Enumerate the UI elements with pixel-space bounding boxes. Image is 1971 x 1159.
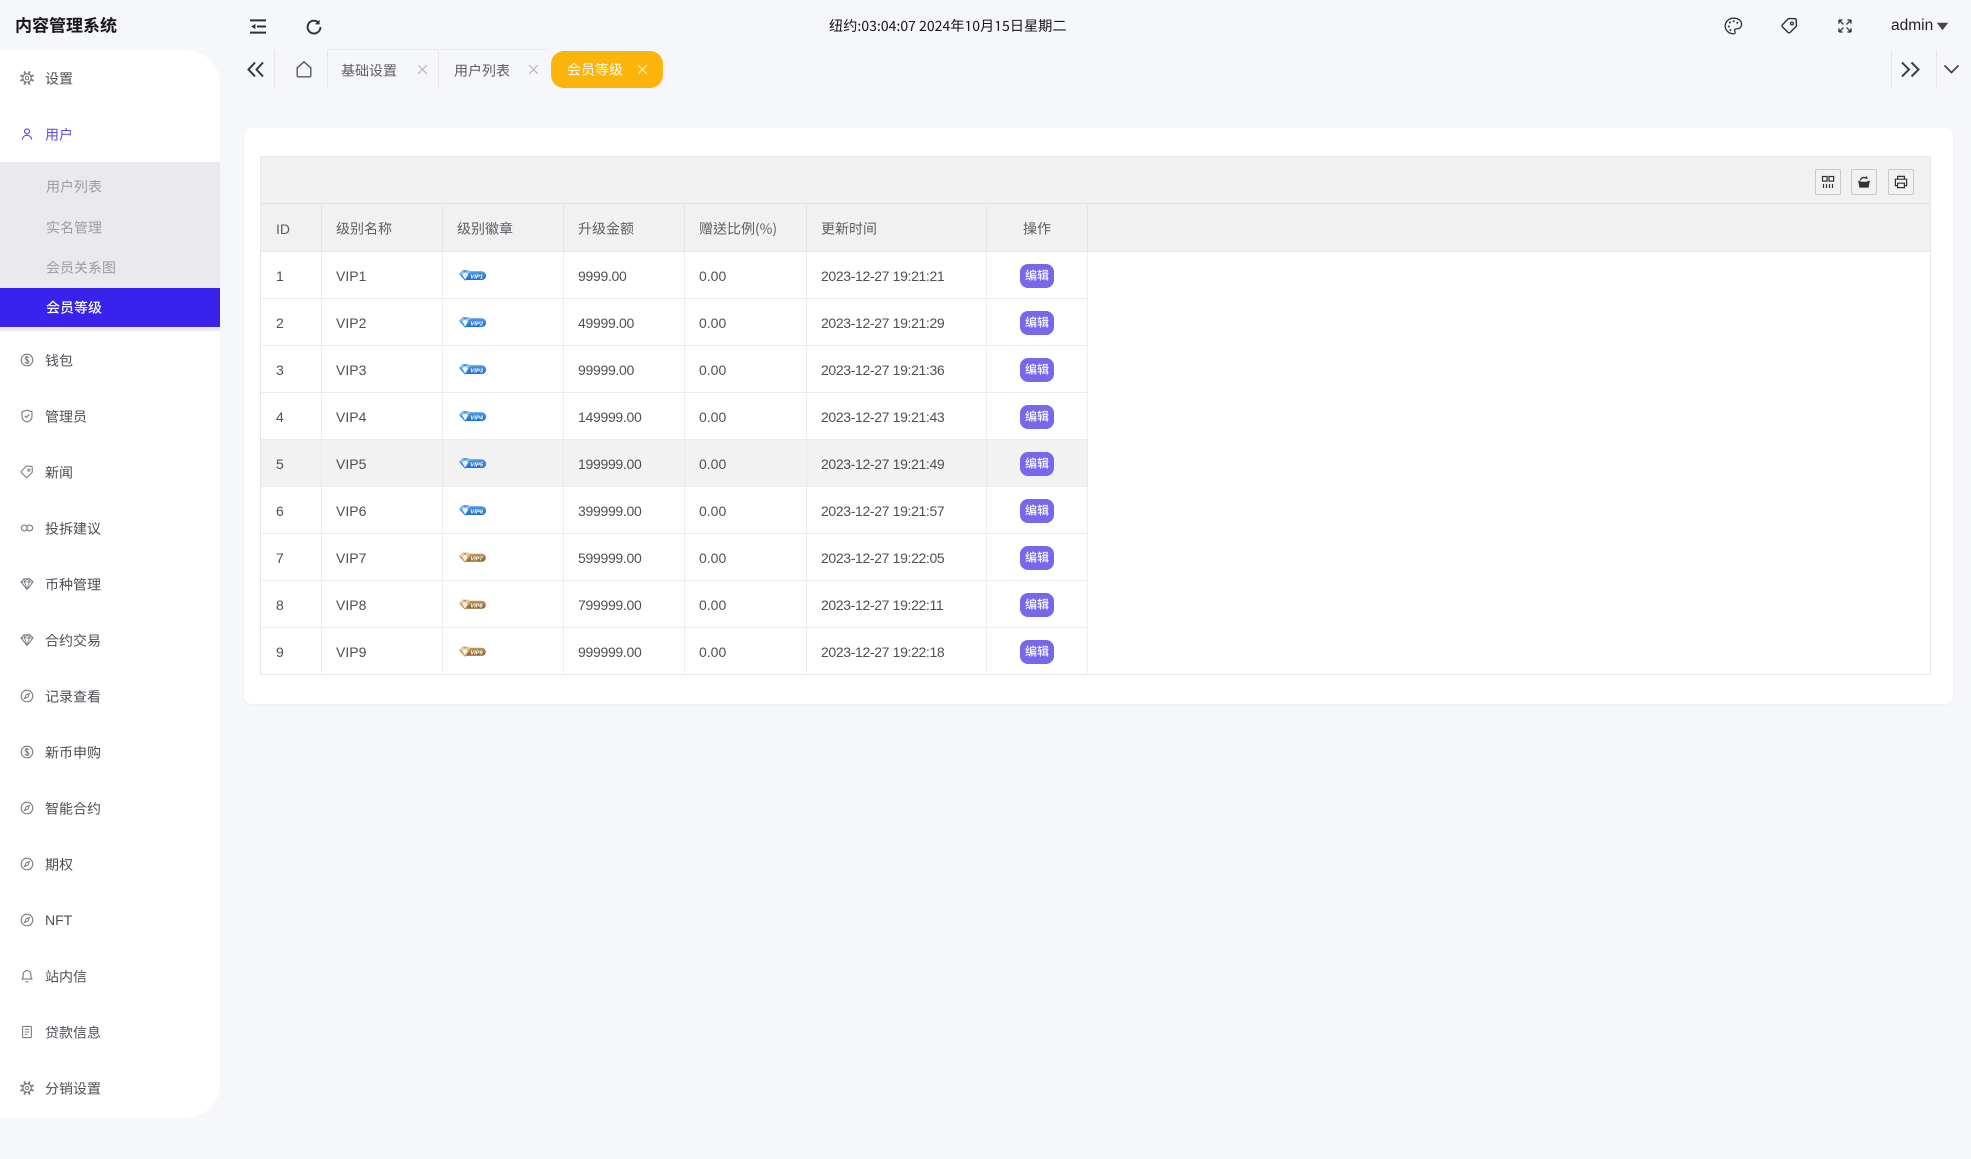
svg-text:VIP2: VIP2	[470, 322, 483, 328]
svg-text:VIP9: VIP9	[470, 651, 483, 657]
svg-text:VIP3: VIP3	[470, 369, 483, 375]
svg-text:VIP1: VIP1	[470, 275, 483, 281]
svg-text:VIP8: VIP8	[470, 604, 483, 610]
svg-text:VIP6: VIP6	[470, 510, 483, 516]
svg-text:VIP5: VIP5	[470, 463, 483, 469]
svg-text:VIP4: VIP4	[470, 416, 483, 422]
svg-text:VIP7: VIP7	[470, 557, 483, 563]
